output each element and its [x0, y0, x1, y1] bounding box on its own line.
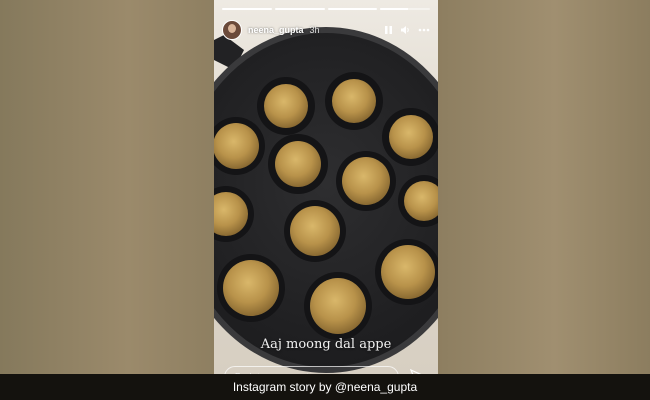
appe-pan-photo — [214, 27, 438, 373]
background-right — [438, 0, 650, 374]
progress-segment — [274, 8, 325, 10]
credit-text: Instagram story by @neena_gupta — [232, 380, 418, 394]
story-username[interactable]: neena_gupta — [248, 25, 304, 35]
story-controls — [384, 25, 430, 35]
instagram-story: neena_gupta 3h Aaj moong dal appe Reply … — [214, 0, 438, 374]
progress-segment — [327, 8, 378, 10]
progress-fill — [222, 8, 272, 10]
progress-segment — [380, 8, 430, 10]
more-icon[interactable] — [418, 28, 430, 32]
progress-fill — [274, 8, 325, 10]
avatar[interactable] — [222, 20, 242, 40]
pause-icon[interactable] — [384, 25, 393, 35]
progress-fill — [327, 8, 378, 10]
story-caption: Aaj moong dal appe — [260, 337, 392, 352]
progress-fill — [380, 8, 408, 10]
background-left — [0, 0, 214, 374]
story-progress — [222, 8, 430, 10]
sound-icon[interactable] — [400, 25, 411, 35]
progress-segment — [222, 8, 272, 10]
story-time: 3h — [309, 25, 320, 35]
story-header: neena_gupta 3h — [222, 18, 430, 42]
reply-input[interactable]: Reply to neena_gupta... — [224, 366, 399, 374]
